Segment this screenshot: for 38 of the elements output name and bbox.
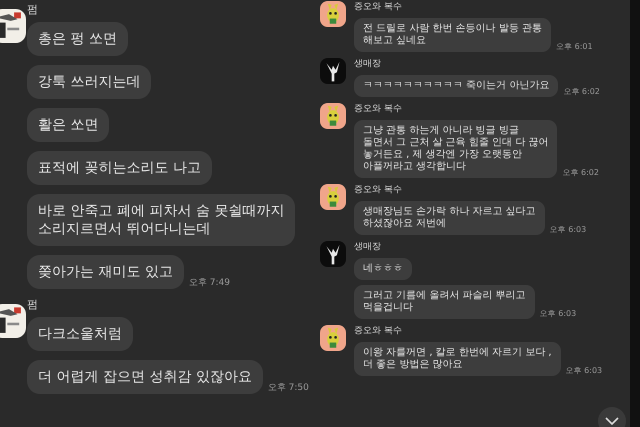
message-bubble: 이왕 자를꺼면 , 칼로 한번에 자르기 보다 , 더 좋은 방법은 많아요 — [354, 342, 561, 376]
message-bubble: 더 어렵게 잡으면 성취감 있잖아요 — [27, 360, 263, 394]
message-bubble: 강툭 쓰러지는데 — [27, 65, 152, 99]
message-bubble: 쫒아가는 재미도 있고 — [27, 255, 184, 289]
sender-name: 펌 — [27, 2, 39, 17]
sender-name: 증오와 복수 — [354, 1, 403, 13]
sender-name: 증오와 복수 — [354, 325, 403, 337]
character-icon — [320, 183, 346, 211]
message-bubble: ㅋㅋㅋㅋㅋㅋㅋㅋㅋㅋ 죽이는거 아닌가요 — [354, 75, 558, 97]
character-icon — [320, 324, 346, 352]
message-time: 오후 6:02 — [563, 86, 600, 97]
figure-icon — [320, 57, 346, 85]
message-bubble: 네ㅎㅎㅎ — [354, 258, 412, 280]
sender-name: 생매장 — [354, 241, 382, 253]
message-time: 오후 6:03 — [566, 365, 602, 376]
message-bubble: 그러고 기름에 올려서 파슬리 뿌리고 먹을겁니다 — [354, 285, 535, 319]
message-bubble: 다크소울처럼 — [27, 317, 133, 351]
message-bubble: 전 드릴로 사람 한번 손등이나 발등 관통 해보고 싶네요 — [354, 18, 552, 52]
message-time: 오후 6:01 — [556, 41, 593, 52]
sender-name: 생매장 — [354, 58, 382, 70]
message-time: 오후 6:03 — [550, 224, 586, 235]
scroll-down-button[interactable] — [598, 407, 626, 427]
message-bubble: 생매장님도 손가락 하나 자르고 싶다고 하셨잖아요 저번에 — [354, 201, 545, 235]
character-icon — [320, 102, 346, 130]
message-time: 오후 7:49 — [188, 277, 230, 289]
sender-name: 펌 — [27, 297, 39, 312]
message-bubble: 그냥 관통 하는게 아니라 빙글 빙글 돌면서 그 근처 살 근육 힘줄 인대 다 끊어 놓거든요 , 제 생각엔 가장 오랫동안 아플꺼라고 생각합니다 — [354, 120, 558, 178]
sender-name: 증오와 복수 — [354, 103, 403, 115]
message-bubble: 표적에 꽂히는소리도 나고 — [27, 151, 212, 185]
message-bubble: 활은 쏘면 — [27, 108, 110, 142]
message-time: 오후 7:50 — [268, 382, 309, 394]
figure-icon — [320, 240, 346, 268]
message-bubble: 총은 펑 쏘면 — [27, 22, 128, 56]
sender-name: 증오와 복수 — [354, 184, 403, 196]
message-bubble: 바로 안죽고 폐에 피차서 숨 못쉴때까지 소리지르면서 뛰어다니는데 — [27, 194, 296, 246]
message-time: 오후 6:03 — [540, 308, 576, 319]
message-time: 오후 6:02 — [562, 167, 599, 178]
chevron-down-icon — [605, 417, 619, 425]
